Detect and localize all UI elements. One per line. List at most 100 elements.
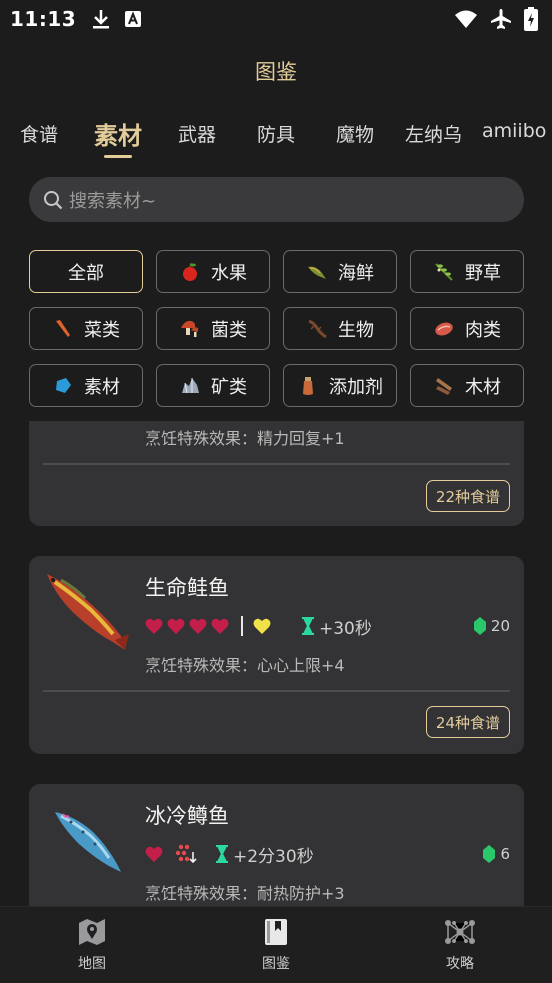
page-title: 图鉴 — [255, 60, 297, 84]
nav-guides[interactable]: 攻略 — [420, 917, 500, 973]
filter-label: 素材 — [84, 376, 120, 398]
wifi-icon — [455, 10, 477, 28]
material-name: 冰冷鳟鱼 — [145, 804, 229, 828]
heart-icon — [145, 618, 163, 634]
filter-ores[interactable]: 矿类 — [156, 364, 270, 407]
cooking-effect: 烹饪特殊效果：心心上限+4 — [145, 656, 345, 675]
nav-compendium[interactable]: 图鉴 — [236, 917, 316, 973]
nav-label: 图鉴 — [262, 956, 290, 972]
cold-resist-icon — [175, 844, 197, 864]
filter-all[interactable]: 全部 — [29, 250, 143, 293]
filter-fruit[interactable]: 水果 — [156, 250, 270, 293]
bottom-nav: 地图 图鉴 攻略 — [0, 906, 552, 983]
filter-label: 木材 — [465, 376, 501, 398]
app-notification-icon — [125, 11, 142, 27]
battery-icon — [524, 7, 538, 31]
filter-materials[interactable]: 素材 — [29, 364, 143, 407]
filter-label: 添加剂 — [329, 376, 383, 398]
sell-value: 20 — [473, 617, 510, 635]
filter-label: 肉类 — [465, 319, 501, 341]
filter-label: 海鲜 — [338, 262, 374, 284]
filter-vegetables[interactable]: 菜类 — [29, 307, 143, 350]
tab-amiibo[interactable]: amiibo — [482, 120, 546, 142]
filter-wood[interactable]: 木材 — [410, 364, 524, 407]
mushroom-icon — [181, 320, 199, 337]
filter-label: 全部 — [68, 262, 104, 284]
tab-recipes[interactable]: 食谱 — [20, 120, 58, 147]
hourglass-icon — [302, 617, 314, 635]
active-tab-indicator — [104, 155, 132, 158]
fish-icon — [308, 266, 326, 279]
nav-label: 地图 — [78, 956, 106, 972]
crystal-icon — [56, 377, 71, 393]
apple-icon — [183, 262, 197, 281]
separator — [241, 616, 243, 636]
book-icon — [265, 919, 287, 945]
tab-armor[interactable]: 防具 — [257, 120, 295, 147]
status-bar: 11:13 — [0, 0, 552, 38]
nav-map[interactable]: 地图 — [52, 917, 132, 973]
cooking-effect: 烹饪特殊效果：耐热防护+3 — [145, 884, 345, 903]
map-icon — [79, 919, 105, 945]
search-input[interactable]: 搜索素材~ — [29, 177, 524, 222]
recipes-button[interactable]: 24种食谱 — [425, 706, 510, 738]
category-tabs: 食谱 素材 武器 防具 魔物 左纳乌 amiibo — [0, 114, 552, 162]
filter-label: 生物 — [338, 319, 374, 341]
airplane-icon — [491, 9, 511, 29]
rupee-icon — [473, 617, 486, 635]
stats-row: +30秒 — [145, 614, 372, 639]
filter-herbs[interactable]: 野草 — [410, 250, 524, 293]
status-time: 11:13 — [10, 7, 77, 31]
heart-icon — [167, 618, 185, 634]
wood-icon — [436, 377, 452, 395]
filter-label: 野草 — [465, 262, 501, 284]
rupee-icon — [483, 845, 496, 863]
heart-icon — [211, 618, 229, 634]
heart-icon — [145, 846, 163, 862]
heart-icon — [189, 618, 207, 634]
tab-weapons[interactable]: 武器 — [178, 120, 216, 147]
trout-icon — [55, 812, 121, 872]
lizard-icon — [308, 319, 327, 338]
salmon-icon — [47, 574, 129, 650]
rupee-value: 6 — [500, 845, 510, 863]
cooking-effect: 烹饪特殊效果：精力回复+1 — [145, 429, 345, 448]
filter-seafood[interactable]: 海鲜 — [283, 250, 397, 293]
material-name: 生命鲑鱼 — [145, 576, 229, 600]
tab-materials[interactable]: 素材 — [94, 116, 142, 151]
filter-label: 水果 — [211, 262, 247, 284]
herb-icon — [435, 262, 453, 281]
rupee-value: 20 — [490, 617, 510, 635]
ore-icon — [182, 377, 199, 393]
tab-zonai[interactable]: 左纳乌 — [405, 120, 462, 147]
card-divider — [43, 463, 510, 465]
filter-label: 矿类 — [211, 376, 247, 398]
recipes-count: 24种食谱 — [435, 713, 500, 732]
hourglass-icon — [216, 845, 228, 863]
sell-value: 6 — [483, 845, 510, 863]
filter-creatures[interactable]: 生物 — [283, 307, 397, 350]
recipes-count: 22种食谱 — [435, 487, 500, 506]
carrot-icon — [56, 319, 70, 337]
duration: +2分30秒 — [233, 846, 314, 867]
recipes-button[interactable]: 22种食谱 — [425, 480, 510, 512]
filter-meat[interactable]: 肉类 — [410, 307, 524, 350]
bottle-icon — [303, 376, 313, 395]
filter-label: 菌类 — [211, 319, 247, 341]
filter-mushrooms[interactable]: 菌类 — [156, 307, 270, 350]
meat-icon — [435, 322, 453, 335]
card-divider — [43, 690, 510, 692]
duration: +30秒 — [319, 618, 372, 639]
network-icon — [445, 920, 475, 944]
search-icon — [44, 190, 63, 209]
material-card[interactable]: 冰冷鳟鱼 +2分30秒 6 烹饪特殊效果：耐热防护+3 — [29, 784, 524, 906]
nav-label: 攻略 — [446, 956, 474, 972]
material-list: 烹饪特殊效果：精力回复+1 22种食谱 生命鲑鱼 +30秒 20 烹饪特殊效果：… — [0, 421, 552, 906]
filter-additives[interactable]: 添加剂 — [283, 364, 397, 407]
material-card[interactable]: 烹饪特殊效果：精力回复+1 22种食谱 — [29, 421, 524, 526]
filter-label: 菜类 — [84, 319, 120, 341]
stats-row: +2分30秒 — [145, 842, 314, 867]
material-card[interactable]: 生命鲑鱼 +30秒 20 烹饪特殊效果：心心上限+4 24种食谱 — [29, 556, 524, 754]
tab-monsters[interactable]: 魔物 — [336, 120, 374, 147]
search-placeholder: 搜索素材~ — [69, 190, 157, 212]
